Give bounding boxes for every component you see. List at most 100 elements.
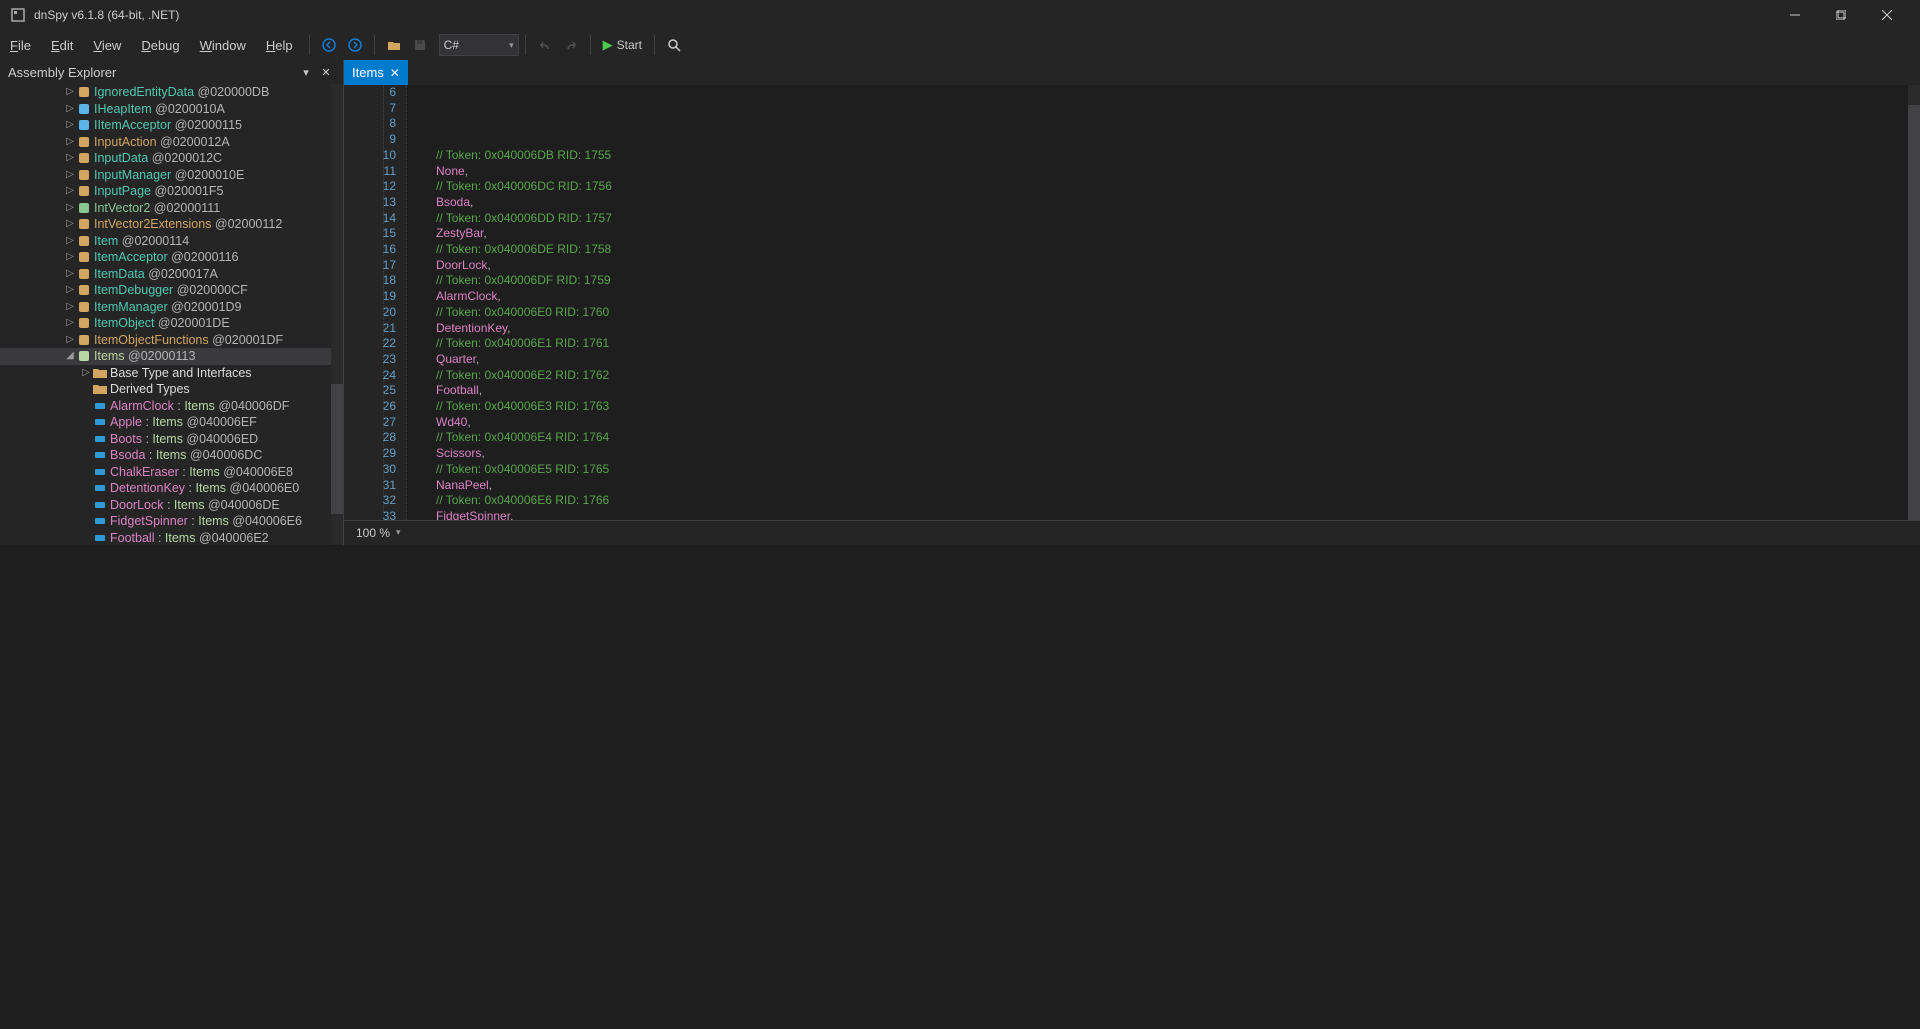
menu-window[interactable]: Window bbox=[190, 32, 256, 59]
code-comment-line: // Token: 0x040006DB RID: 1755 bbox=[436, 148, 1920, 164]
tree-item-base-type-and-interfaces[interactable]: ▷Base Type and Interfaces bbox=[0, 365, 343, 382]
search-button[interactable] bbox=[662, 33, 686, 57]
class-icon bbox=[76, 119, 92, 131]
tree-scrollbar[interactable] bbox=[331, 84, 343, 545]
menu-edit[interactable]: Edit bbox=[41, 32, 83, 59]
open-file-button[interactable] bbox=[382, 33, 406, 57]
panel-title: Assembly Explorer bbox=[8, 65, 116, 80]
tree-item-intvector2extensions[interactable]: ▷IntVector2Extensions @02000112 bbox=[0, 216, 343, 233]
tree-item-label: ChalkEraser : Items @040006E8 bbox=[110, 464, 293, 481]
tree-item-bsoda[interactable]: Bsoda : Items @040006DC bbox=[0, 447, 343, 464]
tree-item-itemdata[interactable]: ▷ItemData @0200017A bbox=[0, 266, 343, 283]
tree-expander[interactable]: ▷ bbox=[64, 282, 76, 299]
redo-button[interactable] bbox=[559, 33, 583, 57]
tree-expander[interactable]: ▷ bbox=[64, 233, 76, 250]
class-icon bbox=[76, 185, 92, 197]
menu-file[interactable]: File bbox=[0, 32, 41, 59]
nav-back-button[interactable] bbox=[317, 33, 341, 57]
folder-icon bbox=[92, 367, 108, 379]
tab-label: Items bbox=[352, 65, 384, 80]
gutter-line: 16 bbox=[344, 242, 396, 258]
tree-item-inputdata[interactable]: ▷InputData @0200012C bbox=[0, 150, 343, 167]
menu-debug[interactable]: Debug bbox=[131, 32, 189, 59]
tree-expander[interactable]: ▷ bbox=[64, 249, 76, 266]
start-button[interactable]: ▶ Start bbox=[597, 33, 648, 57]
tree-expander[interactable]: ▷ bbox=[64, 315, 76, 332]
undo-button[interactable] bbox=[533, 33, 557, 57]
language-dropdown[interactable]: C# ▾ bbox=[439, 34, 519, 56]
tree-item-inputpage[interactable]: ▷InputPage @020001F5 bbox=[0, 183, 343, 200]
tree-item-intvector2[interactable]: ▷IntVector2 @02000111 bbox=[0, 200, 343, 217]
class-icon bbox=[76, 152, 92, 164]
tree-expander[interactable]: ▷ bbox=[64, 167, 76, 184]
tree-expander[interactable]: ▷ bbox=[64, 332, 76, 349]
tree-item-iitemacceptor[interactable]: ▷IItemAcceptor @02000115 bbox=[0, 117, 343, 134]
tree-expander[interactable]: ▷ bbox=[64, 117, 76, 134]
tree-item-items[interactable]: ◢ Items @02000113 bbox=[0, 348, 343, 365]
save-button[interactable] bbox=[408, 33, 432, 57]
tree-expander[interactable]: ◢ bbox=[64, 348, 76, 365]
nav-forward-button[interactable] bbox=[343, 33, 367, 57]
tree-item-inputmanager[interactable]: ▷ InputManager @0200010E bbox=[0, 167, 343, 184]
editor-scrollbar[interactable] bbox=[1908, 85, 1920, 520]
gutter-line: 20 bbox=[344, 305, 396, 321]
tree-expander[interactable]: ▷ bbox=[64, 266, 76, 283]
tree-item-itemmanager[interactable]: ▷ItemManager @020001D9 bbox=[0, 299, 343, 316]
tree-expander[interactable]: ▷ bbox=[64, 200, 76, 217]
tree-expander[interactable]: ▷ bbox=[80, 365, 92, 382]
code-enum-value: Football, bbox=[436, 383, 1920, 399]
panel-close-button[interactable]: ✕ bbox=[317, 63, 335, 81]
line-gutter: 6789101112131415161718192021222324252627… bbox=[344, 85, 406, 520]
tree-item-doorlock[interactable]: DoorLock : Items @040006DE bbox=[0, 497, 343, 514]
assembly-tree[interactable]: ▷IgnoredEntityData @020000DB▷IHeapItem @… bbox=[0, 84, 343, 545]
tab-items[interactable]: Items ✕ bbox=[344, 60, 408, 85]
panel-dropdown-button[interactable]: ▾ bbox=[297, 63, 315, 81]
tab-strip: Items ✕ bbox=[344, 60, 1920, 85]
tree-item-itemobjectfunctions[interactable]: ▷ItemObjectFunctions @020001DF bbox=[0, 332, 343, 349]
menu-view[interactable]: View bbox=[83, 32, 131, 59]
minimize-button[interactable] bbox=[1772, 0, 1818, 30]
tree-item-detentionkey[interactable]: DetentionKey : Items @040006E0 bbox=[0, 480, 343, 497]
class-icon bbox=[76, 251, 92, 263]
tree-item-item[interactable]: ▷Item @02000114 bbox=[0, 233, 343, 250]
tree-expander[interactable]: ▷ bbox=[64, 150, 76, 167]
tree-item-derived-types[interactable]: Derived Types bbox=[0, 381, 343, 398]
zoom-dropdown[interactable]: 100 % ▾ bbox=[352, 522, 405, 544]
menu-help[interactable]: Help bbox=[256, 32, 303, 59]
tree-item-iheapitem-t-[interactable]: ▷IHeapItem @0200010A bbox=[0, 101, 343, 118]
tree-expander[interactable]: ▷ bbox=[64, 84, 76, 101]
tree-expander[interactable]: ▷ bbox=[64, 101, 76, 118]
code-editor[interactable]: 6789101112131415161718192021222324252627… bbox=[344, 85, 1920, 520]
gutter-line: 30 bbox=[344, 462, 396, 478]
tree-item-itemacceptor[interactable]: ▷ ItemAcceptor @02000116 bbox=[0, 249, 343, 266]
tree-expander[interactable]: ▷ bbox=[64, 183, 76, 200]
tree-item-inputaction[interactable]: ▷InputAction @0200012A bbox=[0, 134, 343, 151]
tree-item-label: Items @02000113 bbox=[94, 348, 195, 365]
tree-item-ignoredentitydata[interactable]: ▷IgnoredEntityData @020000DB bbox=[0, 84, 343, 101]
field-icon bbox=[92, 515, 108, 527]
tree-item-fidgetspinner[interactable]: FidgetSpinner : Items @040006E6 bbox=[0, 513, 343, 530]
tree-item-apple[interactable]: Apple : Items @040006EF bbox=[0, 414, 343, 431]
tree-item-alarmclock[interactable]: AlarmClock : Items @040006DF bbox=[0, 398, 343, 415]
tree-item-football[interactable]: Football : Items @040006E2 bbox=[0, 530, 343, 545]
window-title: dnSpy v6.1.8 (64-bit, .NET) bbox=[34, 8, 179, 22]
code-comment-line: // Token: 0x040006DE RID: 1758 bbox=[436, 242, 1920, 258]
tree-item-itemdebugger[interactable]: ▷ItemDebugger @020000CF bbox=[0, 282, 343, 299]
maximize-button[interactable] bbox=[1818, 0, 1864, 30]
footer-area bbox=[0, 545, 1920, 1029]
tree-item-label: ItemAcceptor @02000116 bbox=[94, 249, 239, 266]
tree-item-boots[interactable]: Boots : Items @040006ED bbox=[0, 431, 343, 448]
tree-expander[interactable]: ▷ bbox=[64, 134, 76, 151]
tree-item-itemobject[interactable]: ▷ItemObject @020001DE bbox=[0, 315, 343, 332]
class-icon bbox=[76, 334, 92, 346]
code-enum-value: AlarmClock, bbox=[436, 289, 1920, 305]
close-button[interactable] bbox=[1864, 0, 1910, 30]
gutter-line: 19 bbox=[344, 289, 396, 305]
tree-item-chalkeraser[interactable]: ChalkEraser : Items @040006E8 bbox=[0, 464, 343, 481]
tab-close-icon[interactable]: ✕ bbox=[390, 66, 400, 80]
tree-expander[interactable]: ▷ bbox=[64, 216, 76, 233]
tree-item-label: InputManager @0200010E bbox=[94, 167, 244, 184]
tree-expander[interactable]: ▷ bbox=[64, 299, 76, 316]
code-body[interactable]: // Token: 0x040006DB RID: 1755None,// To… bbox=[406, 85, 1920, 520]
class-icon bbox=[76, 301, 92, 313]
